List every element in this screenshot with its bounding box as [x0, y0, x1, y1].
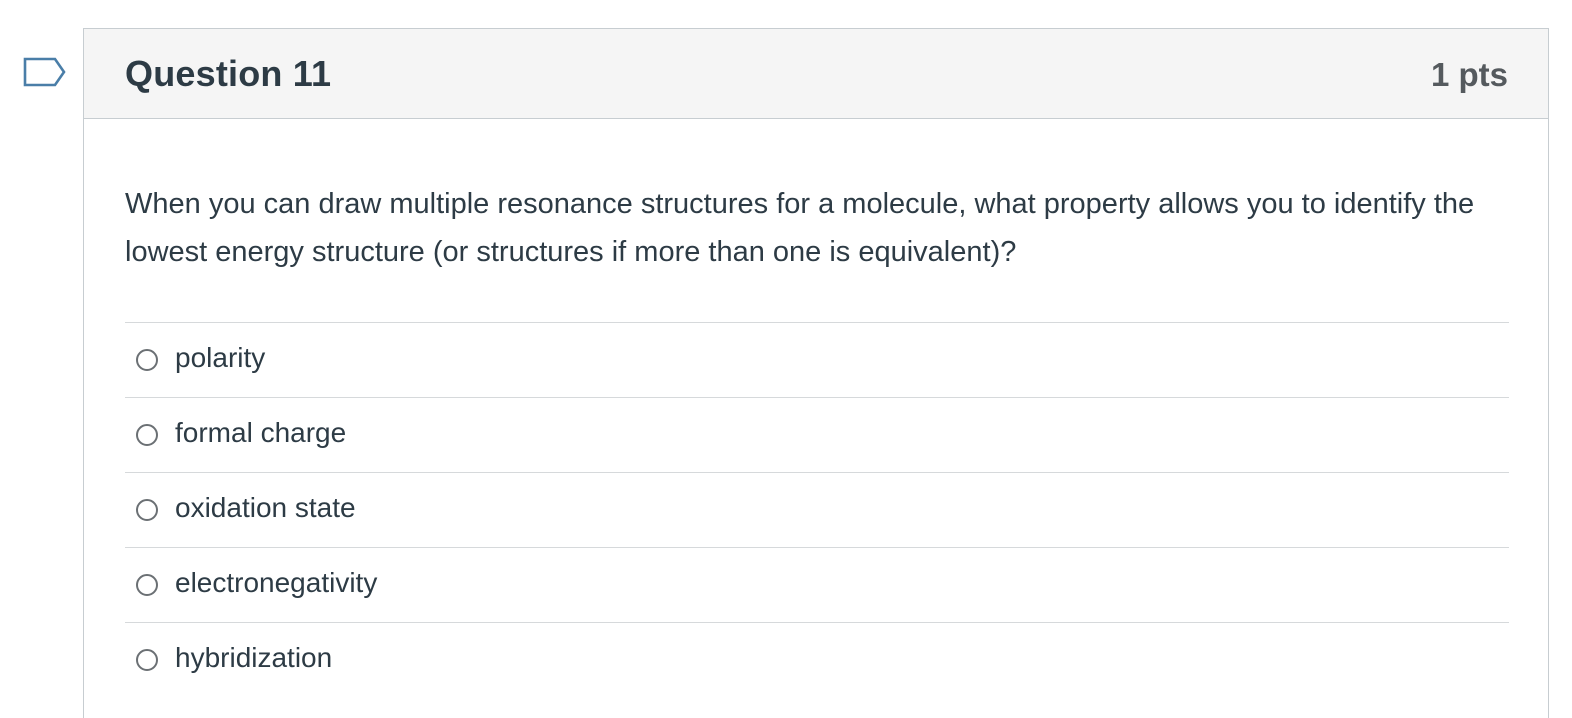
question-text: When you can draw multiple resonance str…: [125, 188, 1475, 268]
answer-label[interactable]: oxidation state: [175, 492, 356, 524]
question-header: Question 11 1 pts: [84, 29, 1548, 119]
answer-label[interactable]: hybridization: [175, 642, 332, 674]
answer-list: polarity formal charge oxidation state e…: [125, 322, 1509, 697]
radio-button[interactable]: [136, 574, 158, 596]
answer-option[interactable]: formal charge: [125, 397, 1509, 472]
answer-label[interactable]: electronegativity: [175, 567, 377, 599]
answer-option[interactable]: hybridization: [125, 622, 1509, 697]
question-card: Question 11 1 pts When you can draw mult…: [83, 28, 1549, 718]
question-points: 1 pts: [1430, 56, 1508, 93]
answer-option[interactable]: electronegativity: [125, 547, 1509, 622]
flag-question-icon[interactable]: [22, 56, 68, 92]
question-title: Question 11: [125, 53, 332, 94]
answer-option[interactable]: polarity: [125, 322, 1509, 397]
radio-button[interactable]: [136, 424, 158, 446]
radio-button[interactable]: [136, 349, 158, 371]
answer-label[interactable]: formal charge: [175, 417, 346, 449]
radio-button[interactable]: [136, 499, 158, 521]
answer-label[interactable]: polarity: [175, 342, 265, 374]
radio-button[interactable]: [136, 649, 158, 671]
answer-option[interactable]: oxidation state: [125, 472, 1509, 547]
